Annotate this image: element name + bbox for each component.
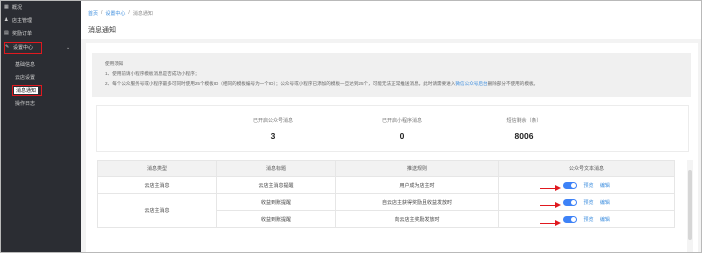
- sidebar-item-overview[interactable]: ▦ 概况: [4, 3, 22, 12]
- sidebar-item-store-owner[interactable]: ♟ 店主管理: [4, 16, 32, 25]
- breadcrumb-home[interactable]: 首页: [88, 10, 98, 17]
- toggle-switch[interactable]: [563, 215, 578, 223]
- page-title: 消息通知: [88, 27, 116, 34]
- toggle-switch[interactable]: [563, 198, 578, 206]
- table-scrollbar[interactable]: [687, 160, 693, 252]
- edit-link[interactable]: 编辑: [600, 183, 610, 189]
- breadcrumb-current: 消息通知: [132, 11, 153, 17]
- sidebar-item-operation-log[interactable]: 操作日志: [15, 99, 35, 107]
- stat-sms-remaining: 短信剩余（条） 8006: [506, 118, 542, 141]
- sidebar-item-reward-orders[interactable]: ▤ 奖励订单: [4, 29, 32, 38]
- sidebar-item-basic-info[interactable]: 基础信息: [15, 60, 35, 68]
- table-header-row: 消息类型 消息标题 推送规则 公众号文本消息: [97, 160, 675, 177]
- message-table: 消息类型 消息标题 推送规则 公众号文本消息 云店主消息 云店主消息提醒 用户成…: [97, 160, 675, 228]
- edit-link[interactable]: 编辑: [600, 217, 610, 223]
- table-row: 云店主消息 云店主消息提醒 用户成为店主时 预览 编辑: [97, 176, 675, 194]
- grid-icon: ▦: [4, 4, 9, 10]
- preview-link[interactable]: 预览: [583, 217, 593, 223]
- order-icon: ▤: [4, 30, 9, 36]
- notice-line-1: 1、使用前请小程序模板消息是否成功小程序；: [105, 71, 200, 76]
- main-area: 首页 / 设置中心 / 消息通知 消息通知 使用须知 1、使用前请小程序模板消息…: [81, 1, 701, 252]
- notifications-highlight-box: [12, 85, 42, 96]
- stat-official-account: 已开启公众号消息 3: [252, 118, 293, 141]
- chevron-down-icon[interactable]: ⌄: [66, 45, 70, 51]
- stats-panel: 已开启公众号消息 3 已开启小程序消息 0 短信剩余（条） 8006: [96, 105, 689, 152]
- content-panel: 使用须知 1、使用前请小程序模板消息是否成功小程序； 2、每个公众服务号或小程序…: [86, 43, 698, 252]
- toggle-switch[interactable]: [563, 181, 578, 189]
- table-row: 云店主消息 收益到账提醒 自云店主获得奖励且收益发放时 预览 编辑: [97, 193, 675, 228]
- notice-line-2: 2、每个公众服务号或小程序最多可同时使用25个模板ID（相同的模板编号为一个ID…: [105, 81, 539, 86]
- wechat-backend-link[interactable]: 微信公众号后台: [455, 81, 487, 86]
- settings-highlight-box: [4, 42, 42, 54]
- user-icon: ♟: [4, 17, 9, 23]
- sidebar-item-store-settings[interactable]: 云店设置: [15, 73, 35, 81]
- scrollbar-thumb[interactable]: [688, 170, 692, 240]
- stat-mini-program: 已开启小程序消息 0: [381, 118, 422, 141]
- preview-link[interactable]: 预览: [583, 200, 593, 206]
- sidebar: ▦ 概况 ♟ 店主管理 ▤ 奖励订单 ✎ 设置中心 ⌄ 基础信息 云店设置 消息通知 操…: [1, 1, 81, 252]
- breadcrumb: 首页 / 设置中心 / 消息通知: [88, 10, 153, 17]
- top-bar: 首页 / 设置中心 / 消息通知 消息通知: [81, 1, 701, 39]
- notice-box: 使用须知 1、使用前请小程序模板消息是否成功小程序； 2、每个公众服务号或小程序…: [92, 53, 691, 97]
- edit-link[interactable]: 编辑: [600, 200, 610, 206]
- breadcrumb-settings[interactable]: 设置中心: [105, 10, 125, 17]
- preview-link[interactable]: 预览: [583, 183, 593, 189]
- notice-title: 使用须知: [105, 61, 124, 66]
